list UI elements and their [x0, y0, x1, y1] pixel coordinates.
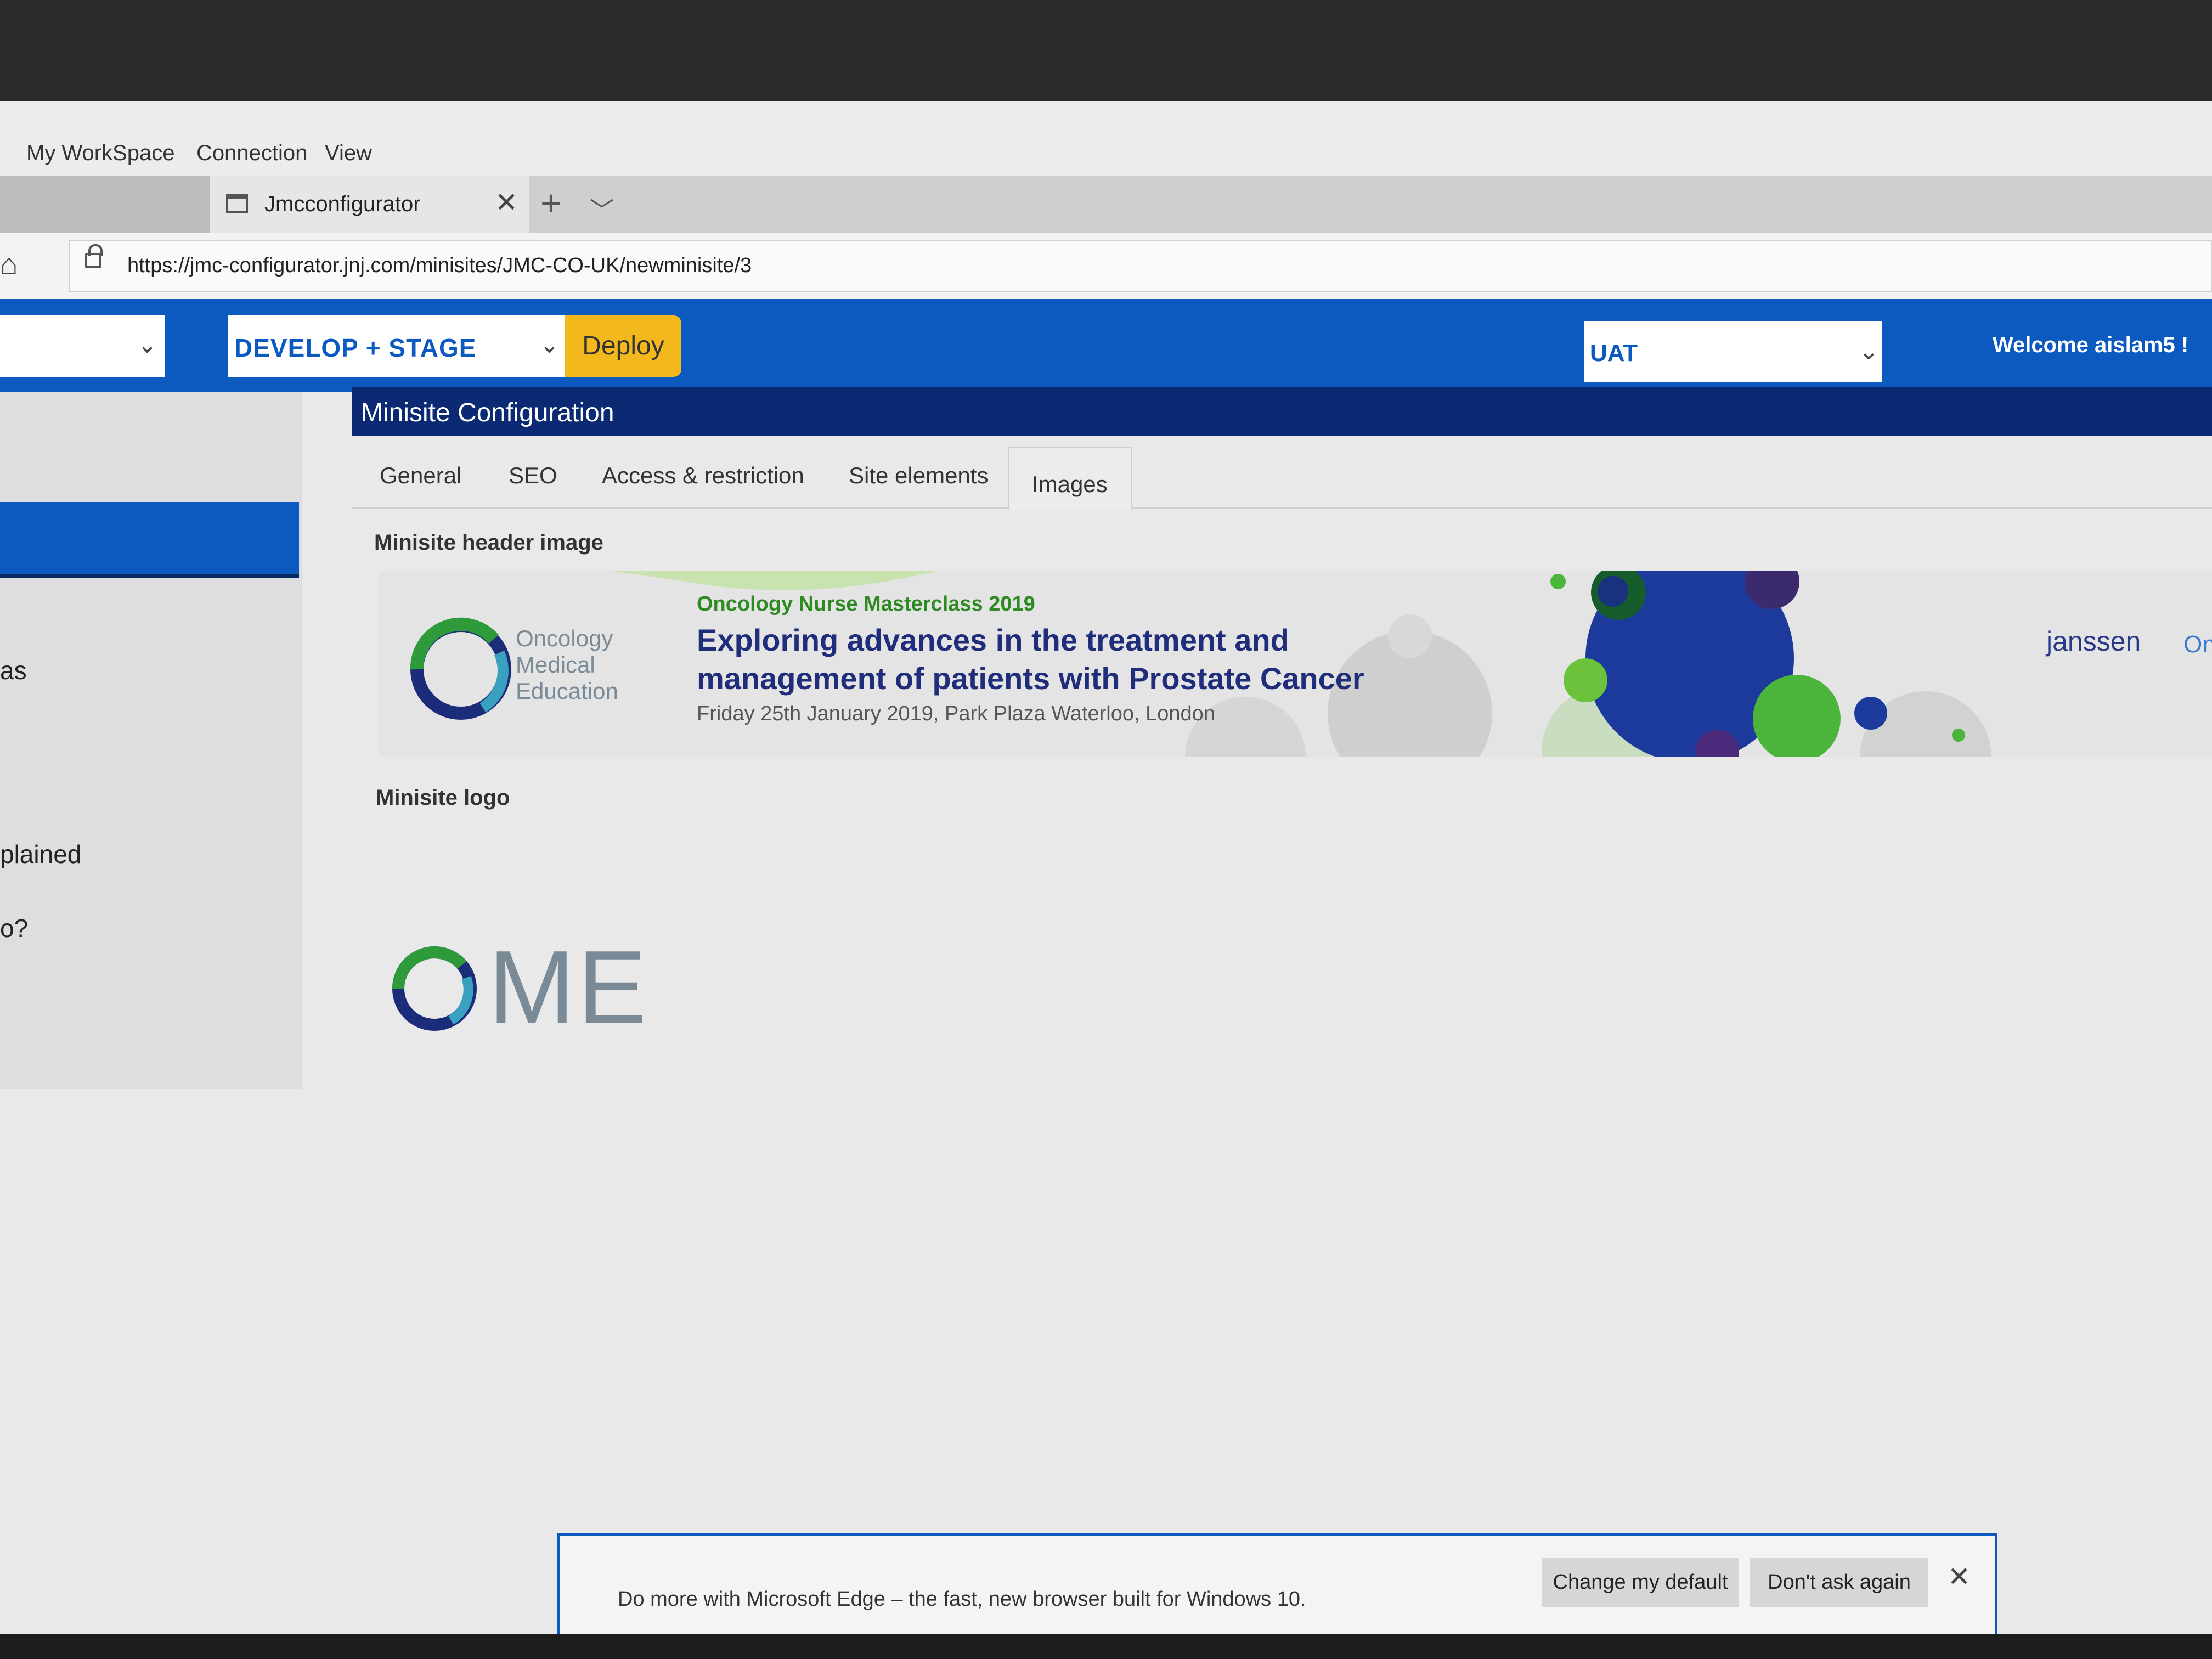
- welcome-text: Welcome aislam5 !: [1993, 333, 2189, 357]
- monitor-bezel-bottom: [0, 1634, 2212, 1659]
- browser-tabstrip: Jmcconfigurator ✕ + ﹀: [0, 176, 2212, 233]
- tab-list-chevron-icon[interactable]: ﹀: [590, 191, 614, 226]
- config-tabs: General SEO Access & restriction Site el…: [352, 442, 2212, 510]
- header-image-label: Minisite header image: [374, 531, 603, 555]
- stage-value: DEVELOP + STAGE: [234, 334, 477, 362]
- logo-preview[interactable]: ME: [384, 929, 669, 1046]
- sidebar-item-fragment[interactable]: o?: [0, 913, 28, 943]
- change-default-button[interactable]: Change my default: [1542, 1558, 1739, 1607]
- banner-overline: Oncology Nurse Masterclass 2019: [697, 592, 1035, 616]
- app-menubar: My WorkSpace Connection View: [0, 101, 2212, 176]
- banner-org-line: Oncology: [516, 625, 613, 651]
- sidebar-item-fragment[interactable]: as: [0, 656, 27, 685]
- menu-view[interactable]: View: [325, 141, 372, 166]
- app-header: ⌄ DEVELOP + STAGE ⌄ Deploy UAT ⌄ Welcome…: [0, 299, 2212, 392]
- chevron-down-icon: ⌄: [1859, 338, 1879, 365]
- dont-ask-again-button[interactable]: Don't ask again: [1750, 1558, 1928, 1607]
- sidebar-item-fragment[interactable]: plained: [0, 839, 81, 869]
- panel-header: Minisite Configuration: [352, 387, 2212, 436]
- environment-select[interactable]: UAT ⌄: [1584, 321, 1882, 382]
- banner-org-name: Oncology Medical Education: [516, 625, 618, 704]
- tab-access-restriction[interactable]: Access & restriction: [602, 462, 804, 489]
- banner-org-line: Education: [516, 678, 618, 704]
- tab-title: Jmcconfigurator: [264, 192, 421, 216]
- deploy-button[interactable]: Deploy: [565, 315, 681, 377]
- notification-text: Do more with Microsoft Edge – the fast, …: [618, 1588, 1306, 1611]
- panel-title: Minisite Configuration: [361, 398, 614, 427]
- header-image-preview[interactable]: Oncology Medical Education Oncology Nurs…: [379, 571, 2212, 757]
- banner-title: Exploring advances in the treatment and …: [697, 623, 1364, 696]
- new-tab-icon[interactable]: +: [540, 182, 562, 224]
- browser-tab[interactable]: Jmcconfigurator ✕: [210, 176, 529, 233]
- address-bar: ⌂ https://jmc-configurator.jnj.com/minis…: [0, 233, 2212, 300]
- screen: My WorkSpace Connection View Jmcconfigur…: [0, 101, 2212, 1659]
- sponsor-logo: janssen: [2046, 626, 2141, 657]
- close-icon[interactable]: ✕: [1948, 1561, 1971, 1593]
- sidebar-item-active[interactable]: [0, 502, 299, 578]
- chevron-down-icon: ⌄: [539, 331, 560, 358]
- tab-images[interactable]: Images: [1008, 447, 1132, 510]
- close-tab-icon[interactable]: ✕: [495, 187, 518, 218]
- logo-mark: [392, 946, 477, 1031]
- stage-select[interactable]: DEVELOP + STAGE ⌄: [228, 315, 568, 377]
- tabstrip-spacer: [0, 176, 210, 233]
- page-icon: [226, 194, 248, 213]
- url-text: https://jmc-configurator.jnj.com/minisit…: [127, 254, 752, 277]
- menu-my-workspace[interactable]: My WorkSpace: [26, 141, 174, 166]
- chevron-down-icon: ⌄: [137, 331, 157, 358]
- sponsor-suffix: On: [2183, 631, 2212, 658]
- environment-value: UAT: [1590, 340, 1638, 366]
- sidebar: as plained o?: [0, 392, 302, 1089]
- lock-icon: [85, 244, 103, 268]
- banner-org-line: Medical: [516, 652, 595, 678]
- url-input[interactable]: https://jmc-configurator.jnj.com/minisit…: [69, 240, 2212, 292]
- banner-subtitle: Friday 25th January 2019, Park Plaza Wat…: [697, 702, 1215, 725]
- tab-site-elements[interactable]: Site elements: [849, 462, 988, 489]
- site-select[interactable]: ⌄: [0, 315, 165, 377]
- logo-label: Minisite logo: [376, 786, 510, 810]
- menu-connection[interactable]: Connection: [196, 141, 307, 166]
- tab-general[interactable]: General: [380, 462, 461, 489]
- tab-seo[interactable]: SEO: [509, 462, 557, 489]
- monitor-bezel-top: [0, 0, 2212, 101]
- logo-text: ME: [488, 929, 649, 1046]
- home-icon[interactable]: ⌂: [0, 247, 18, 281]
